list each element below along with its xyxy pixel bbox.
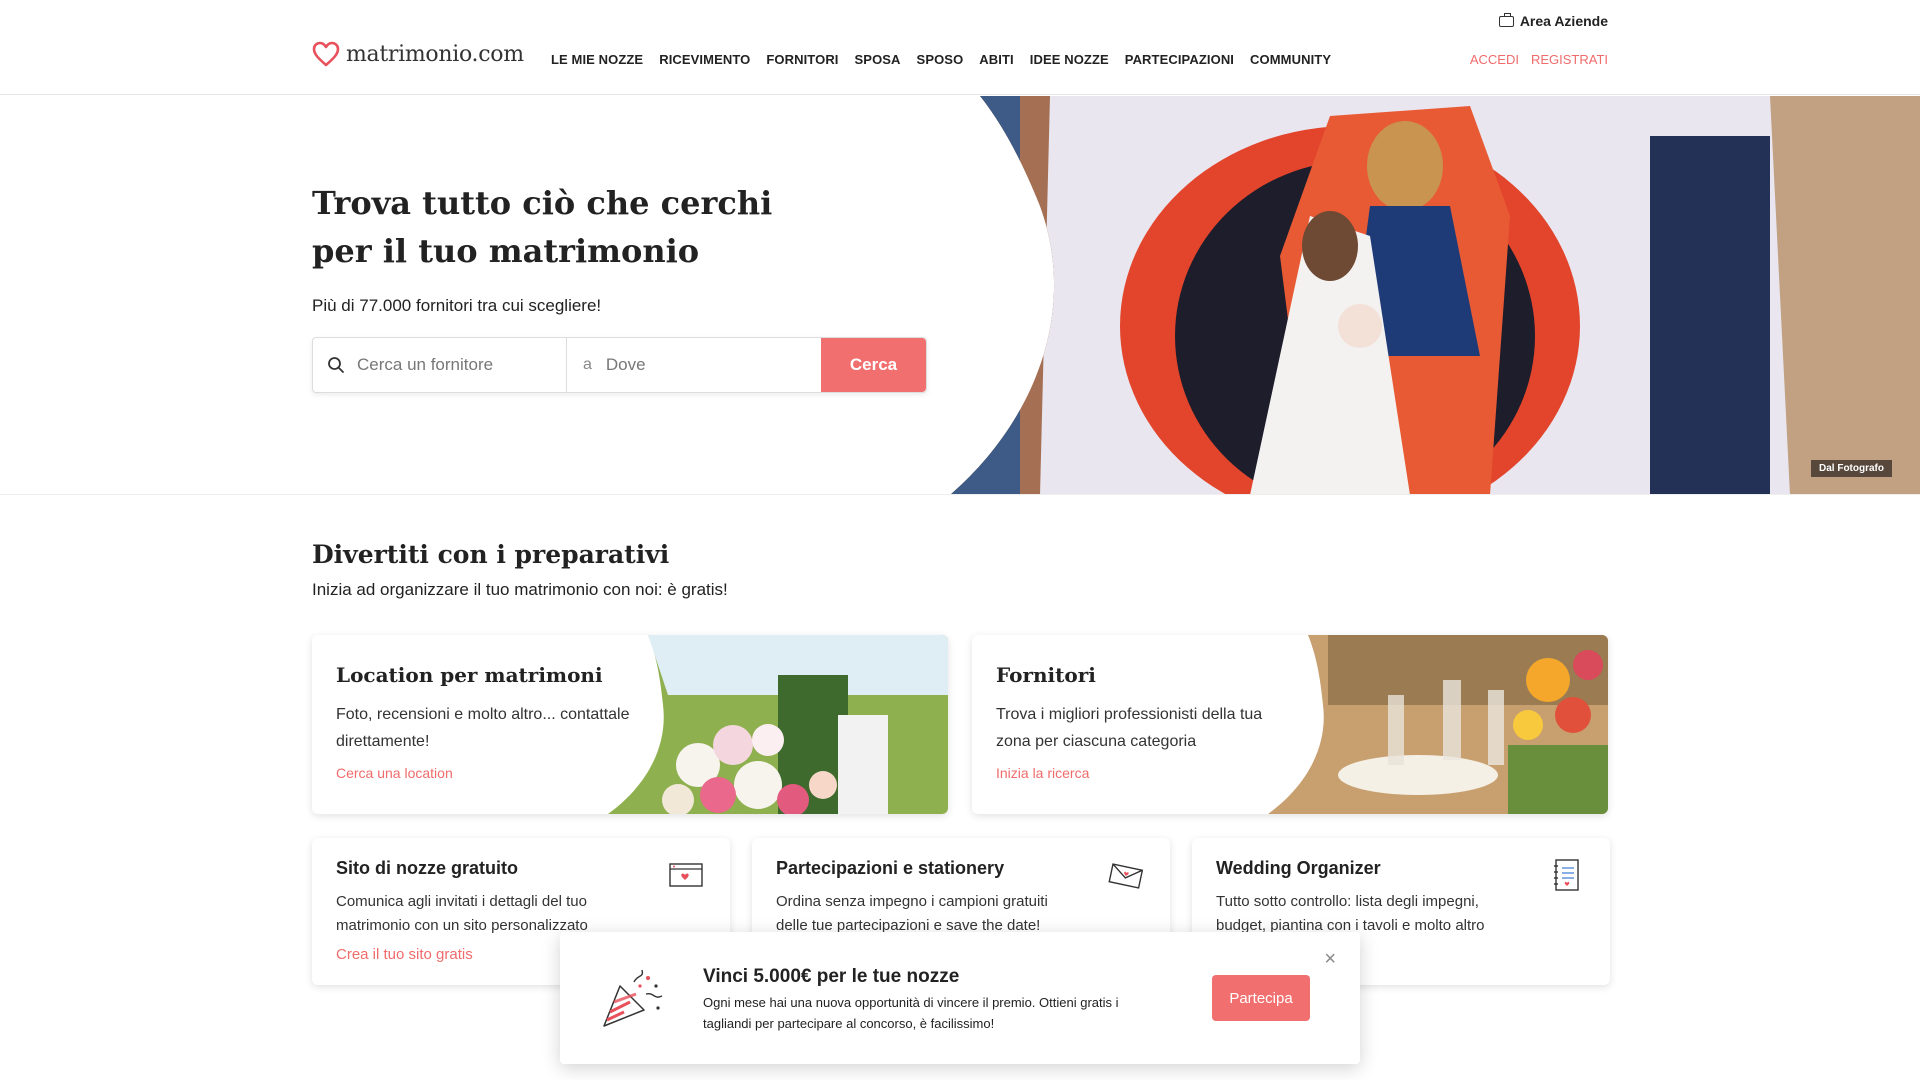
wedding-website-link[interactable]: Crea il tuo sito gratis — [336, 946, 473, 963]
nav-abiti[interactable]: ABITI — [979, 52, 1013, 67]
suppliers-card-desc: Trova i migliori professionisti della tu… — [996, 706, 1263, 750]
supplier-search-input[interactable]: Cerca un fornitore — [313, 338, 567, 392]
area-aziende-label: Area Aziende — [1519, 13, 1608, 29]
nav-sposo[interactable]: SPOSO — [917, 52, 964, 67]
stationery-desc: Ordina senza impegno i campioni gratuiti… — [776, 893, 1048, 934]
notebook-icon — [1554, 859, 1579, 891]
nav-sposa[interactable]: SPOSA — [855, 52, 901, 67]
suppliers-card-link[interactable]: Inizia la ricerca — [996, 765, 1089, 781]
suppliers-card[interactable]: Fornitori Trova i migliori professionist… — [972, 635, 1608, 814]
participate-button[interactable]: Partecipa — [1212, 975, 1310, 1021]
wedding-website-title: Sito di nozze gratuito — [336, 858, 518, 878]
site-logo[interactable]: matrimonio.com — [312, 41, 524, 67]
location-placeholder: Dove — [605, 355, 646, 374]
nav-idee-nozze[interactable]: IDEE NOZZE — [1030, 52, 1109, 67]
popup-title: Vinci 5.000€ per le tue nozze — [703, 966, 960, 987]
wedding-photo-illustration — [950, 96, 1920, 494]
wedding-website-desc: Comunica agli invitati i dettagli del tu… — [336, 893, 588, 934]
nav-community[interactable]: COMMUNITY — [1250, 52, 1331, 67]
contest-popup: Vinci 5.000€ per le tue nozze Ogni mese … — [560, 932, 1360, 1064]
main-nav: LE MIE NOZZE RICEVIMENTO FORNITORI SPOSA… — [551, 52, 1331, 67]
nav-partecipazioni[interactable]: PARTECIPAZIONI — [1125, 52, 1234, 67]
nav-ricevimento[interactable]: RICEVIMENTO — [659, 52, 750, 67]
website-icon — [669, 863, 703, 887]
photo-credit: Dal Fotografo — [1811, 460, 1892, 477]
section-title: Divertiti con i preparativi — [312, 540, 670, 569]
briefcase-icon — [1498, 12, 1514, 27]
hero-photo: Dal Fotografo — [950, 96, 1920, 494]
envelope-icon — [1108, 863, 1144, 889]
stationery-title: Partecipazioni e stationery — [776, 858, 1005, 878]
site-header: Area Aziende matrimonio.com LE MIE NOZZE… — [0, 0, 1920, 95]
search-button[interactable]: Cerca — [821, 338, 926, 392]
table-setting-photo — [1268, 635, 1608, 814]
login-link[interactable]: ACCEDI — [1470, 52, 1519, 67]
brand-name: matrimonio.com — [346, 41, 524, 67]
location-card-desc: Foto, recensioni e molto altro... contat… — [336, 706, 630, 750]
nav-fornitori[interactable]: FORNITORI — [766, 52, 838, 67]
auth-links: ACCEDI REGISTRATI — [1470, 52, 1608, 67]
section-subtitle: Inizia ad organizzare il tuo matrimonio … — [312, 580, 728, 599]
search-icon — [328, 357, 344, 373]
suppliers-card-title: Fornitori — [996, 663, 1096, 687]
area-aziende-link[interactable]: Area Aziende — [1498, 12, 1608, 29]
wedding-organizer-desc: Tutto sotto controllo: lista degli impeg… — [1216, 893, 1485, 934]
heart-logo-icon — [312, 41, 340, 67]
location-search-input[interactable]: a Dove — [567, 338, 821, 392]
supplier-search-placeholder: Cerca un fornitore — [357, 355, 494, 374]
party-popper-icon — [603, 969, 663, 1027]
hero-section: Dal Fotografo Trova tutto ciò che cerchi… — [0, 96, 1920, 495]
location-prefix: a — [583, 356, 592, 373]
wedding-organizer-title: Wedding Organizer — [1216, 858, 1381, 878]
hero-subtitle: Più di 77.000 fornitori tra cui sceglier… — [312, 296, 602, 315]
search-bar: Cerca un fornitore a Dove Cerca — [312, 337, 927, 393]
close-icon[interactable]: × — [1324, 948, 1336, 971]
flowers-photo — [608, 635, 948, 814]
location-card-link[interactable]: Cerca una location — [336, 765, 453, 781]
location-card-title: Location per matrimoni — [336, 663, 603, 687]
nav-le-mie-nozze[interactable]: LE MIE NOZZE — [551, 52, 643, 67]
register-link[interactable]: REGISTRATI — [1531, 52, 1608, 67]
popup-desc: Ogni mese hai una nuova opportunità di v… — [703, 995, 1119, 1031]
location-card[interactable]: Location per matrimoni Foto, recensioni … — [312, 635, 948, 814]
hero-title: Trova tutto ciò che cerchi per il tuo ma… — [312, 184, 773, 270]
